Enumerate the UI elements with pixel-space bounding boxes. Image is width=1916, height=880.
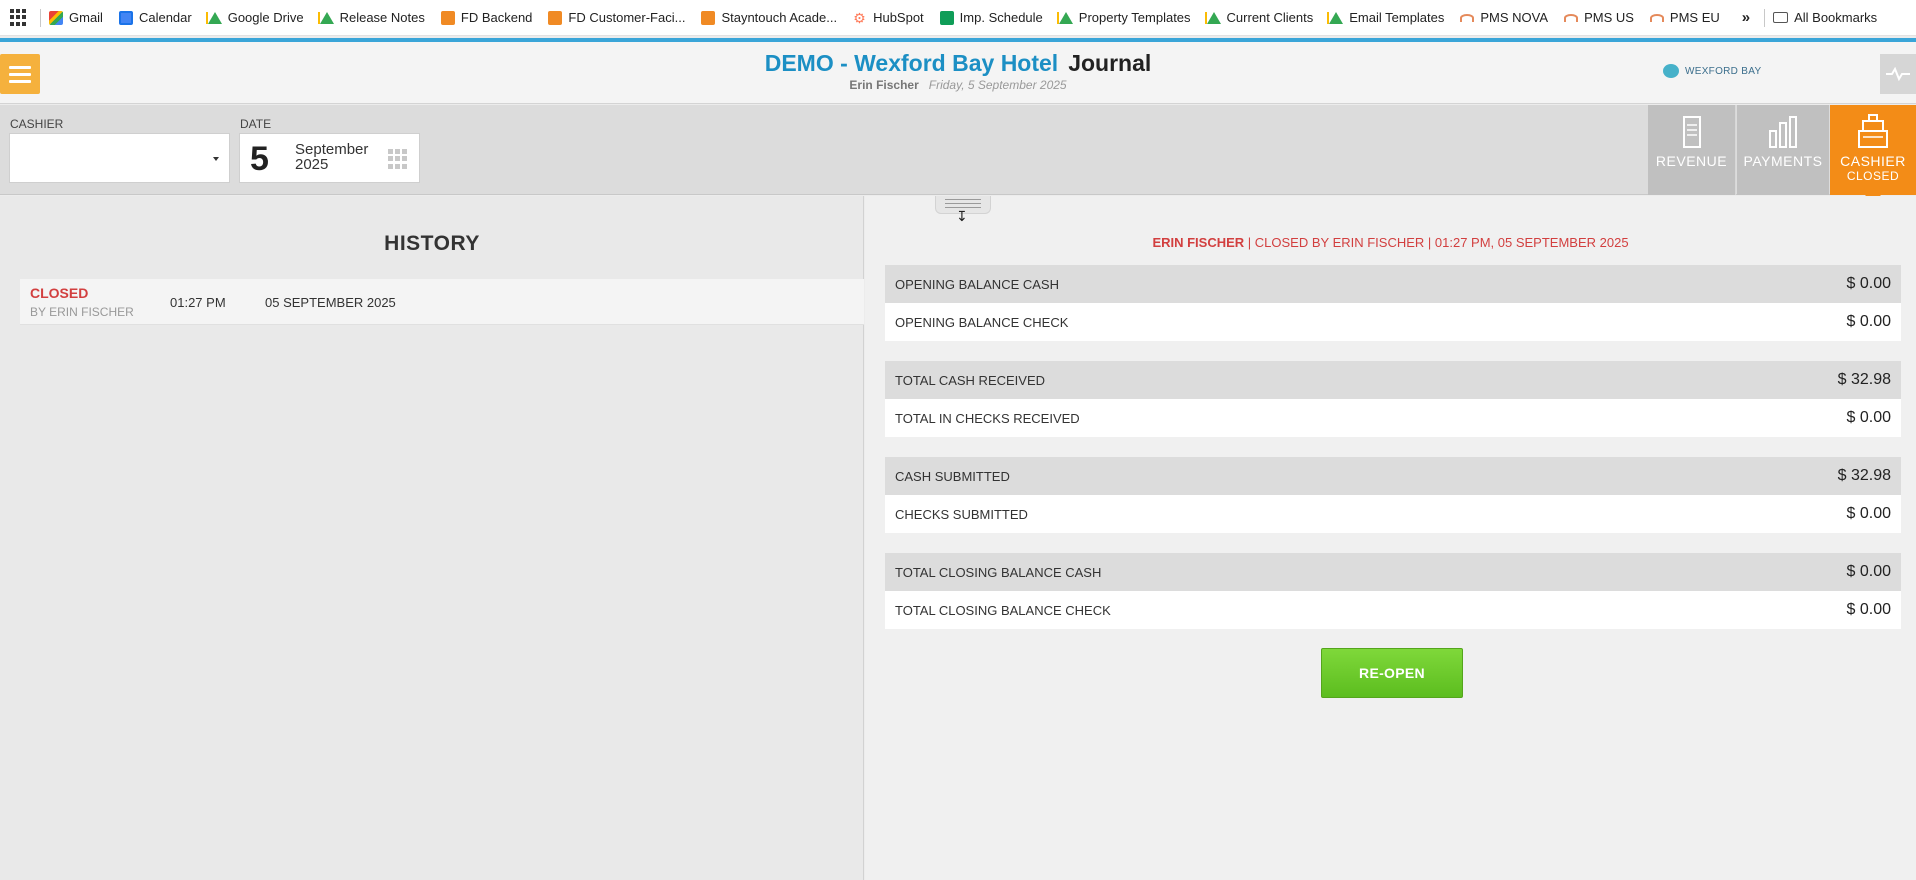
journal-toolbar: CASHIER DATE 5 September 2025 REVENUE PA…: [0, 105, 1916, 203]
bookmark-hubspot[interactable]: ⚙ HubSpot: [853, 10, 924, 25]
closed-by-details: | CLOSED BY ERIN FISCHER | 01:27 PM, 05 …: [1244, 235, 1629, 250]
history-row-time: 01:27 PM: [170, 295, 226, 310]
tab-revenue-label: REVENUE: [1655, 153, 1728, 169]
bookmark-fd-customer[interactable]: FD Customer-Faci...: [548, 10, 685, 25]
closed-cashier-name: ERIN FISCHER: [1152, 235, 1245, 250]
history-row-by: BY ERIN FISCHER: [30, 305, 134, 319]
history-row[interactable]: CLOSED BY ERIN FISCHER 01:27 PM 05 SEPTE…: [20, 279, 864, 325]
balance-table: OPENING BALANCE CASH $ 0.00 OPENING BALAN…: [885, 265, 1901, 629]
cashier-status-badge: CLOSED: [1846, 169, 1900, 183]
bookmark-release-notes[interactable]: Release Notes: [319, 10, 425, 25]
tab-revenue[interactable]: REVENUE: [1648, 105, 1736, 195]
all-bookmarks-button[interactable]: All Bookmarks: [1773, 10, 1877, 25]
app-header: DEMO - Wexford Bay Hotel Journal Erin Fis…: [0, 42, 1916, 104]
tab-payments-label: PAYMENTS: [1743, 153, 1823, 169]
bar-chart-icon: [1769, 116, 1797, 148]
drive-icon: [207, 11, 222, 24]
history-row-date: 05 SEPTEMBER 2025: [265, 295, 396, 310]
apps-grid-icon[interactable]: [10, 8, 28, 27]
chevron-down-icon: [213, 157, 219, 161]
cashier-label: CASHIER: [10, 117, 64, 131]
bookmark-calendar[interactable]: Calendar: [118, 10, 192, 25]
cursor-icon: ↧: [956, 208, 968, 224]
drive-icon: [319, 11, 334, 24]
brand-logo-icon: [1663, 64, 1679, 78]
row-gap: [885, 341, 1901, 361]
history-row-status: CLOSED: [30, 285, 89, 301]
balance-row: OPENING BALANCE CHECK $ 0.00: [885, 303, 1901, 341]
bookmark-google-drive[interactable]: Google Drive: [207, 10, 304, 25]
tab-cashier[interactable]: CASHIER CLOSED: [1830, 105, 1916, 203]
history-title: HISTORY: [384, 232, 480, 255]
page-name: Journal: [1068, 50, 1152, 76]
bookmarks-separator: [1764, 8, 1766, 27]
bookmarks-separator: [40, 8, 41, 27]
gmail-icon: [49, 10, 63, 25]
hotel-brand-logo: WEXFORD BAY: [1663, 64, 1761, 78]
balance-row: CASH SUBMITTED $ 32.98: [885, 457, 1901, 495]
drive-icon: [1329, 11, 1344, 24]
history-panel: HISTORY CLOSED BY ERIN FISCHER 01:27 PM …: [0, 196, 864, 880]
activity-pulse-icon: [1886, 67, 1910, 81]
receipt-icon: [1682, 116, 1701, 148]
drive-icon: [1206, 11, 1221, 24]
folder-icon: [1773, 12, 1789, 23]
row-gap: [885, 437, 1901, 457]
tab-payments[interactable]: PAYMENTS: [1737, 105, 1829, 195]
bookmark-pms-eu[interactable]: PMS EU: [1649, 10, 1720, 25]
bookmark-gmail[interactable]: Gmail: [49, 10, 103, 25]
balance-row: TOTAL IN CHECKS RECEIVED $ 0.00: [885, 399, 1901, 437]
activity-button[interactable]: [1880, 54, 1916, 94]
stayntouch-icon: [548, 10, 563, 25]
bookmark-stayntouch-academy[interactable]: Stayntouch Acade...: [701, 10, 837, 25]
balance-row: OPENING BALANCE CASH $ 0.00: [885, 265, 1901, 303]
balance-row: TOTAL CASH RECEIVED $ 32.98: [885, 361, 1901, 399]
cashier-select[interactable]: [9, 133, 230, 183]
header-subtitle: Erin Fischer Friday, 5 September 2025: [0, 78, 1916, 92]
header-date: Friday, 5 September 2025: [928, 78, 1067, 92]
date-picker[interactable]: 5 September 2025: [239, 133, 420, 183]
more-bookmarks-chevron-icon[interactable]: »: [1742, 9, 1750, 26]
bookmark-property-templates[interactable]: Property Templates: [1058, 10, 1191, 25]
bookmark-current-clients[interactable]: Current Clients: [1206, 10, 1313, 25]
bookmark-imp-schedule[interactable]: Imp. Schedule: [939, 10, 1043, 25]
balance-row: CHECKS SUBMITTED $ 0.00: [885, 495, 1901, 533]
date-year: 2025: [295, 156, 329, 173]
calendar-icon: [118, 10, 133, 25]
bookmark-pms-nova[interactable]: PMS NOVA: [1460, 10, 1548, 25]
header-user: Erin Fischer: [849, 78, 919, 92]
row-gap: [885, 533, 1901, 553]
stayntouch-icon: [701, 10, 716, 25]
reopen-button[interactable]: RE-OPEN: [1321, 648, 1463, 698]
tab-cashier-label: CASHIER: [1840, 153, 1906, 169]
cashier-details-panel: ↧ ERIN FISCHER | CLOSED BY ERIN FISCHER …: [865, 196, 1916, 880]
bookmarks-bar: Gmail Calendar Google Drive Release Note…: [0, 0, 1916, 36]
stayntouch-icon: [440, 10, 455, 25]
bookmark-fd-backend[interactable]: FD Backend: [440, 10, 532, 25]
closed-info: ERIN FISCHER | CLOSED BY ERIN FISCHER | …: [865, 235, 1916, 250]
balance-row: TOTAL CLOSING BALANCE CHECK $ 0.00: [885, 591, 1901, 629]
drive-icon: [1058, 11, 1073, 24]
sheets-icon: [939, 10, 954, 25]
date-label: DATE: [240, 117, 272, 131]
date-day: 5: [250, 140, 269, 178]
balance-row: TOTAL CLOSING BALANCE CASH $ 0.00: [885, 553, 1901, 591]
calendar-grid-icon[interactable]: [388, 149, 408, 169]
cash-register-icon: [1858, 114, 1888, 148]
hubspot-icon: ⚙: [853, 9, 866, 26]
pms-icon: [1649, 13, 1664, 22]
hotel-name: DEMO - Wexford Bay Hotel: [764, 50, 1059, 76]
page-title: DEMO - Wexford Bay Hotel Journal: [0, 50, 1916, 77]
bookmark-email-templates[interactable]: Email Templates: [1329, 10, 1444, 25]
pms-icon: [1460, 13, 1475, 22]
bookmark-pms-us[interactable]: PMS US: [1564, 10, 1634, 25]
pms-icon: [1564, 13, 1579, 22]
